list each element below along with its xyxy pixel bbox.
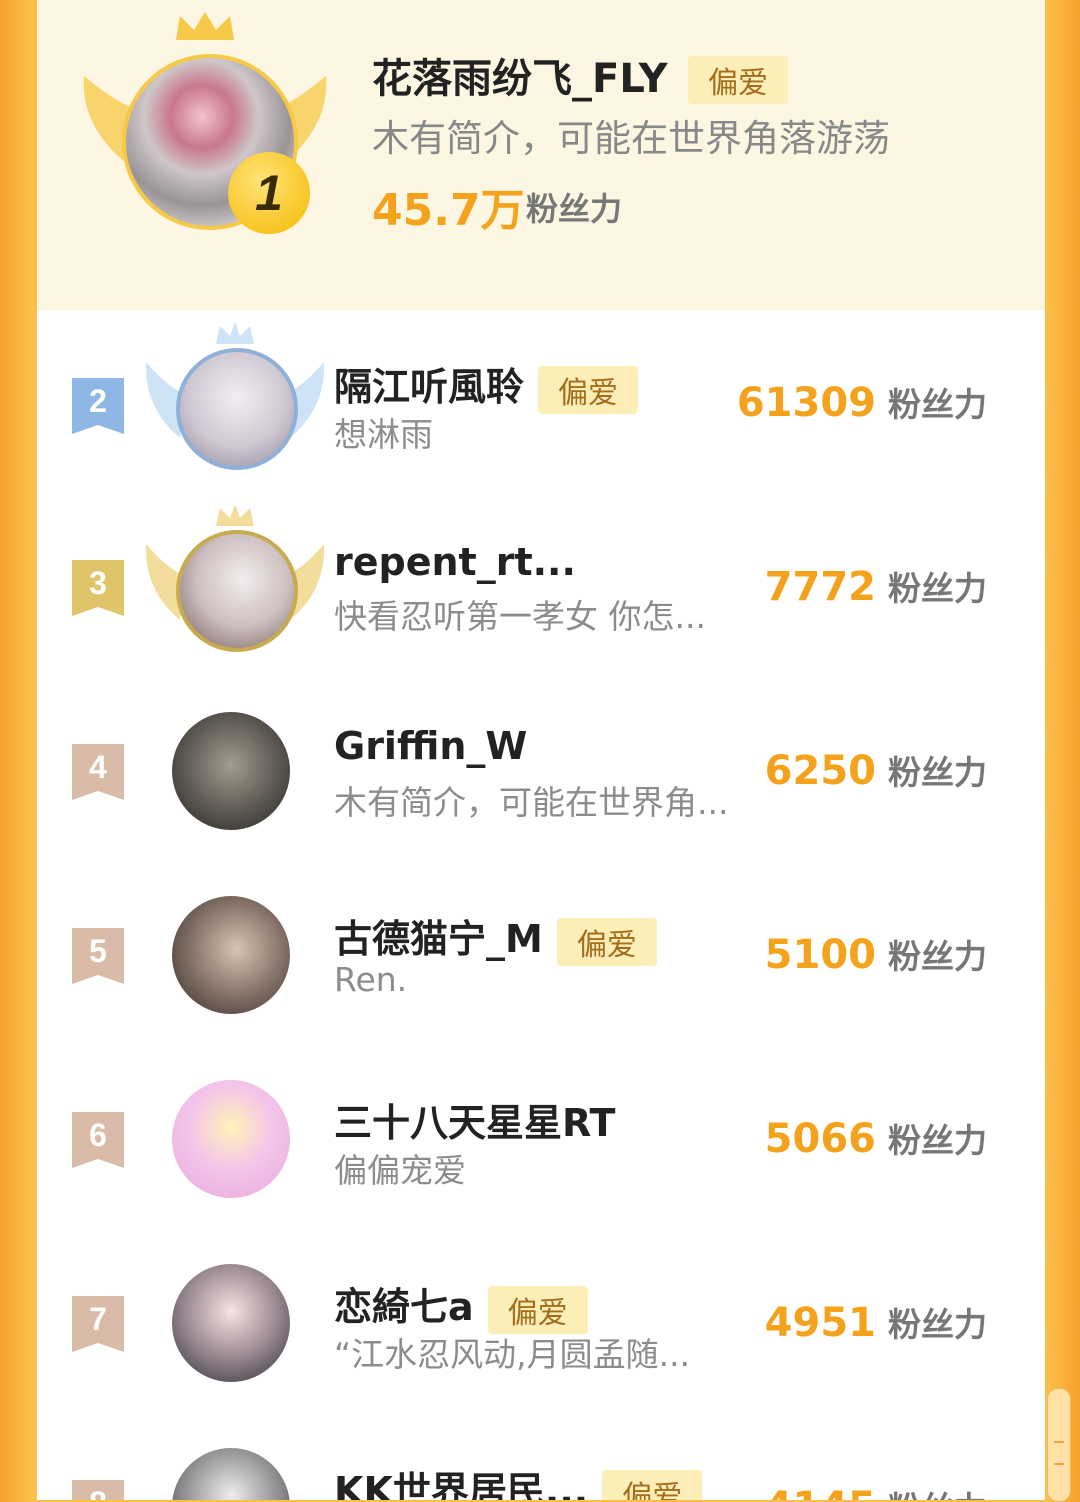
fans-value: 5100 粉丝力 bbox=[764, 932, 987, 978]
fans-value: 4951 粉丝力 bbox=[764, 1300, 987, 1346]
favor-badge: 偏爱 bbox=[538, 365, 639, 414]
top-fans-unit: 粉丝力 bbox=[526, 190, 623, 228]
top-avatar-group[interactable]: 1 bbox=[80, 10, 330, 250]
rank-flag: 3 bbox=[72, 560, 124, 616]
rank-flag: 8 bbox=[72, 1480, 124, 1500]
username[interactable]: 古德猫宁_M 偏爱 bbox=[334, 908, 657, 966]
list-item[interactable]: 3 repent_rt... 快看忍听第一孝女 你怎... 7772 粉丝力 bbox=[0, 496, 1080, 680]
username[interactable]: KK世界居民... 偏爱 bbox=[334, 1460, 703, 1500]
favor-badge: 偏爱 bbox=[602, 1469, 703, 1500]
bio: 想淋雨 bbox=[334, 415, 433, 454]
fans-value: 5066 粉丝力 bbox=[764, 1116, 987, 1162]
bio: 偏偏宠爱 bbox=[334, 1151, 466, 1190]
favor-badge: 偏爱 bbox=[688, 56, 788, 104]
bio: Ren. bbox=[334, 960, 408, 999]
fans-value: 6250 粉丝力 bbox=[764, 748, 987, 794]
rank-flag: 6 bbox=[72, 1112, 124, 1168]
scrollbar-thumb[interactable] bbox=[1047, 1388, 1071, 1502]
bio: 木有简介，可能在世界角... bbox=[334, 783, 729, 822]
rank-flag: 2 bbox=[72, 378, 124, 434]
fans-value: 4145粉丝力 bbox=[765, 1482, 987, 1500]
favor-badge: 偏爱 bbox=[487, 1285, 588, 1334]
crown-icon bbox=[176, 12, 234, 40]
rank-flag: 4 bbox=[72, 744, 124, 800]
rank-flag: 7 bbox=[72, 1296, 124, 1352]
username[interactable]: 隔江听風聆 偏爱 bbox=[334, 356, 639, 414]
fans-value: 61309 粉丝力 bbox=[736, 380, 987, 426]
bio: “江水忍风动,月圆孟随... bbox=[334, 1335, 691, 1374]
fans-value: 7772 粉丝力 bbox=[764, 564, 987, 610]
avatar[interactable] bbox=[176, 530, 298, 652]
avatar[interactable] bbox=[172, 1080, 290, 1198]
bio: 快看忍听第一孝女 你怎... bbox=[334, 597, 706, 636]
avatar[interactable] bbox=[172, 896, 290, 1014]
avatar[interactable] bbox=[172, 712, 290, 830]
top-fans-value: 45.7万 bbox=[372, 185, 525, 236]
list-item[interactable]: 8 KK世界居民...偏爱 4145粉丝力 bbox=[0, 1416, 1080, 1500]
top-username[interactable]: 花落雨纷飞_FLY bbox=[372, 46, 668, 104]
list-item[interactable]: 6 三十八天星星RT 偏偏宠爱 5066 粉丝力 bbox=[0, 1048, 1080, 1232]
avatar[interactable] bbox=[172, 1448, 290, 1500]
username[interactable]: repent_rt... bbox=[334, 540, 576, 584]
top-bio: 木有简介，可能在世界角落游荡 bbox=[372, 117, 890, 160]
list-item[interactable]: 5 古德猫宁_M 偏爱 Ren. 5100 粉丝力 bbox=[0, 864, 1080, 1048]
avatar[interactable] bbox=[172, 1264, 290, 1382]
list-item[interactable]: 4 Griffin_W 木有简介，可能在世界角... 6250 粉丝力 bbox=[0, 680, 1080, 864]
avatar[interactable] bbox=[176, 348, 298, 470]
rank-1-coin: 1 bbox=[228, 152, 310, 234]
username[interactable]: 恋綺七a 偏爱 bbox=[334, 1276, 588, 1334]
favor-badge: 偏爱 bbox=[556, 917, 657, 966]
rank-flag: 5 bbox=[72, 928, 124, 984]
list-item[interactable]: 2 隔江听風聆 偏爱 想淋雨 61309 粉丝力 bbox=[0, 312, 1080, 496]
username[interactable]: Griffin_W bbox=[334, 724, 527, 768]
list-item[interactable]: 7 恋綺七a 偏爱 “江水忍风动,月圆孟随... 4951 粉丝力 bbox=[0, 1232, 1080, 1416]
username[interactable]: 三十八天星星RT bbox=[334, 1092, 615, 1147]
